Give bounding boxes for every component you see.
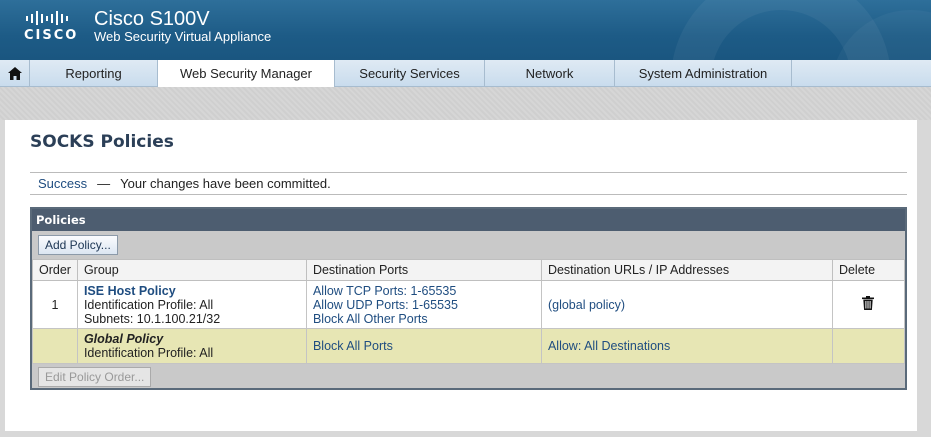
policy-ports-link[interactable]: Allow UDP Ports: 1-65535	[313, 298, 535, 312]
policies-table: Order Group Destination Ports Destinatio…	[32, 259, 906, 364]
policy-ports-cell: Allow TCP Ports: 1-65535 Allow UDP Ports…	[305, 280, 542, 329]
page-title: SOCKS Policies	[30, 132, 174, 152]
tab-reporting[interactable]: Reporting	[30, 60, 158, 86]
tab-system-administration[interactable]: System Administration	[615, 60, 792, 86]
cisco-logo: CISCO	[24, 10, 84, 44]
panel-title: Policies	[32, 209, 905, 231]
policy-urls-link[interactable]: (global policy)	[548, 298, 625, 312]
column-header-order: Order	[32, 259, 78, 281]
table-row: Global Policy Identification Profile: Al…	[32, 328, 906, 364]
main-nav: Reporting Web Security Manager Security …	[0, 60, 931, 87]
policy-delete-cell	[831, 280, 906, 329]
nav-spacer	[0, 87, 931, 120]
tab-web-security-manager[interactable]: Web Security Manager	[158, 60, 335, 87]
policy-group-cell: Global Policy Identification Profile: Al…	[76, 328, 307, 364]
app-header: CISCO Cisco S100V Web Security Virtual A…	[0, 0, 931, 60]
add-policy-button[interactable]: Add Policy...	[38, 235, 118, 255]
policy-order	[32, 328, 78, 364]
trash-icon[interactable]	[862, 296, 875, 310]
policy-group-cell: ISE Host Policy Identification Profile: …	[76, 280, 307, 329]
global-policy-name-link[interactable]: Global Policy	[84, 332, 300, 346]
policy-identification: Identification Profile: All	[83, 297, 214, 312]
tab-network[interactable]: Network	[485, 60, 615, 86]
edit-policy-order-button[interactable]: Edit Policy Order...	[38, 366, 152, 387]
tab-security-services[interactable]: Security Services	[335, 60, 485, 86]
cisco-logo-icon	[26, 10, 84, 26]
status-message: Success — Your changes have been committ…	[30, 172, 907, 195]
status-label: Success	[38, 176, 88, 191]
table-row: 1 ISE Host Policy Identification Profile…	[32, 280, 906, 329]
product-name: Cisco S100V	[94, 8, 210, 30]
column-header-delete: Delete	[831, 259, 906, 281]
policy-urls-cell: Allow: All Destinations	[540, 328, 833, 364]
policy-delete-cell	[831, 328, 906, 364]
policy-ports-cell: Block All Ports	[305, 328, 542, 364]
column-header-group: Group	[76, 259, 307, 281]
logo-text: CISCO	[24, 28, 79, 43]
policy-name-link[interactable]: ISE Host Policy	[84, 284, 300, 298]
policy-identification: Identification Profile: All	[83, 346, 214, 360]
policy-ports-link[interactable]: Allow TCP Ports: 1-65535	[313, 284, 535, 298]
policy-subnets: Subnets: 10.1.100.21/32	[83, 311, 221, 326]
product-subtitle: Web Security Virtual Appliance	[94, 29, 272, 44]
policies-panel: Policies Add Policy... Order Group Desti…	[30, 207, 907, 390]
policy-ports-link[interactable]: Block All Ports	[313, 339, 393, 353]
status-text: Your changes have been committed.	[120, 176, 331, 191]
policy-urls-link[interactable]: Allow: All Destinations	[548, 339, 670, 353]
column-header-destination-ports: Destination Ports	[305, 259, 542, 281]
policy-urls-cell: (global policy)	[540, 280, 833, 329]
column-header-destination-urls: Destination URLs / IP Addresses	[540, 259, 833, 281]
policy-order: 1	[32, 280, 78, 329]
status-separator: —	[97, 176, 111, 191]
policy-ports-link[interactable]: Block All Other Ports	[313, 312, 535, 326]
main-content: SOCKS Policies Success — Your changes ha…	[5, 120, 917, 431]
home-icon	[7, 66, 22, 80]
home-button[interactable]	[0, 60, 30, 86]
